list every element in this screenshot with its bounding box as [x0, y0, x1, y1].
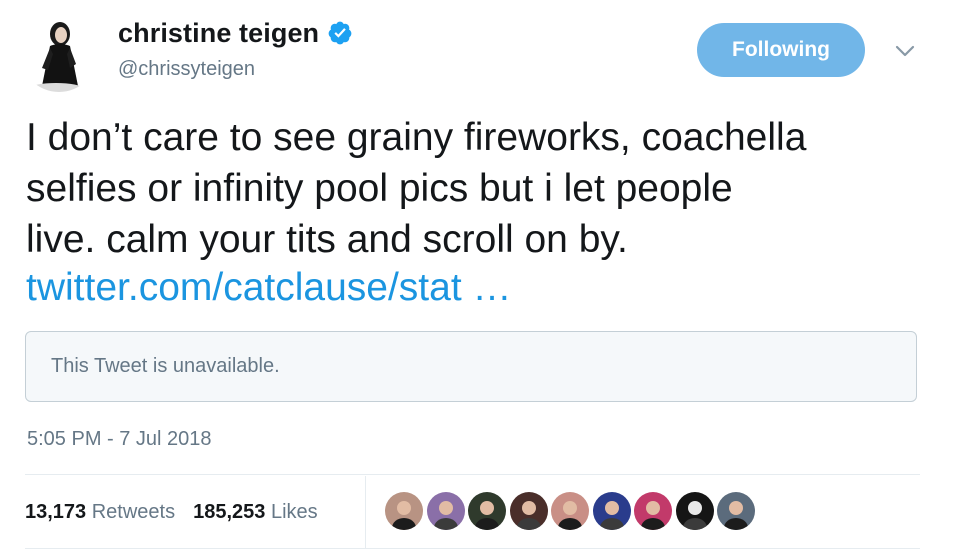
retweets-count: 13,173: [25, 500, 87, 523]
liker-avatar-6[interactable]: [592, 492, 631, 530]
name-row: christine teigen: [118, 16, 353, 50]
liker-avatar-1[interactable]: [385, 492, 423, 530]
following-button[interactable]: Following: [697, 23, 865, 77]
likes-stat[interactable]: 185,253 Likes: [193, 501, 318, 524]
unavailable-message: This Tweet is unavailable.: [51, 355, 280, 377]
liker-avatar-5[interactable]: [551, 492, 589, 530]
retweets-label: Retweets: [91, 500, 176, 523]
liker-avatar-3[interactable]: [468, 492, 506, 530]
user-handle[interactable]: @chrissyteigen: [118, 58, 255, 81]
tweet-stats: 13,173 Retweets 185,253 Likes: [25, 476, 336, 548]
profile-avatar[interactable]: [20, 14, 98, 92]
verified-badge-icon: [327, 20, 353, 46]
tweet-timestamp[interactable]: 5:05 PM - 7 Jul 2018: [27, 428, 212, 451]
liker-avatar-2[interactable]: [426, 492, 465, 530]
likes-label: Likes: [270, 500, 318, 523]
stats-separator: [365, 476, 366, 548]
liker-avatar-4[interactable]: [509, 492, 548, 530]
quoted-tweet-box: This Tweet is unavailable.: [25, 331, 917, 402]
liker-avatar-9[interactable]: [717, 492, 755, 530]
tweet-text: I don’t care to see grainy fireworks, co…: [26, 116, 807, 261]
divider: [25, 474, 920, 475]
quoted-tweet-link[interactable]: twitter.com/catclause/stat …: [26, 262, 512, 313]
divider: [25, 548, 920, 549]
retweets-stat[interactable]: 13,173 Retweets: [25, 501, 175, 524]
liker-avatar-8[interactable]: [675, 492, 714, 530]
likes-count: 185,253: [193, 500, 266, 523]
tweet-card: christine teigen @chrissyteigen Followin…: [0, 0, 964, 550]
profile-photo-icon: [20, 14, 98, 92]
chevron-down-icon[interactable]: [893, 42, 917, 60]
liker-avatars: [385, 491, 759, 531]
display-name[interactable]: christine teigen: [118, 18, 319, 49]
liker-avatar-7[interactable]: [634, 492, 672, 530]
